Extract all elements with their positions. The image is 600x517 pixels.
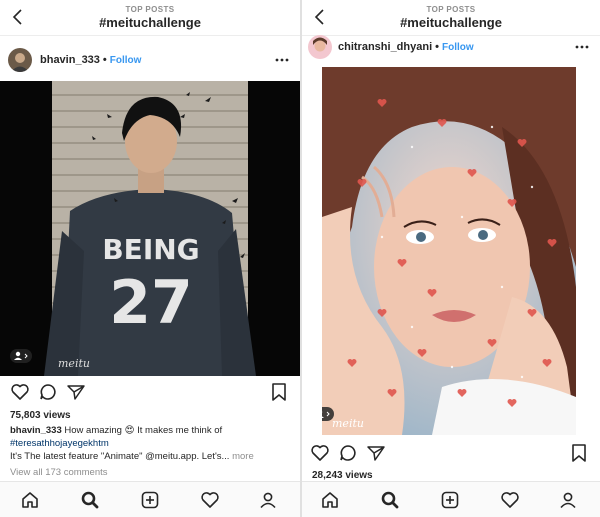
add-post-icon[interactable]: [440, 490, 460, 510]
post-image[interactable]: BEING 27 meitu: [0, 81, 300, 376]
post-actions: [0, 382, 300, 406]
view-comments-link[interactable]: View all 173 comments: [10, 467, 108, 478]
comment-icon[interactable]: [38, 382, 58, 402]
person-icon: [322, 411, 330, 418]
caption-text: How amazing: [61, 425, 125, 436]
add-post-icon[interactable]: [140, 490, 160, 510]
post-header: chitranshi_dhyani • Follow: [302, 28, 600, 68]
more-horizontal-icon[interactable]: [574, 40, 590, 54]
right-screen: TOP POSTS #meituchallenge chitranshi_dhy…: [302, 0, 600, 517]
bottom-tab-bar: [0, 481, 300, 517]
heart-icon[interactable]: [10, 382, 30, 402]
heart-eyes-emoji: 😍: [124, 425, 135, 436]
heart-activity-icon[interactable]: [200, 490, 220, 510]
paper-plane-icon[interactable]: [66, 382, 86, 402]
search-icon[interactable]: [380, 490, 400, 510]
meitu-watermark: meitu: [58, 357, 90, 370]
more-link[interactable]: more: [232, 451, 254, 462]
follow-button[interactable]: Follow: [110, 55, 142, 66]
person-icon: [14, 351, 28, 360]
post-caption: bhavin_333 How amazing 😍 It makes me thi…: [10, 424, 290, 463]
search-icon[interactable]: [80, 490, 100, 510]
left-screen: TOP POSTS #meituchallenge bhavin_333 • Fol…: [0, 0, 300, 517]
tagged-people-button[interactable]: [322, 407, 334, 421]
follow-button[interactable]: Follow: [442, 42, 474, 53]
post-image[interactable]: meitu: [322, 67, 576, 435]
bottom-tab-bar: [302, 481, 600, 517]
top-bar: TOP POSTS #meituchallenge: [0, 0, 300, 36]
meitu-watermark: meitu: [332, 417, 364, 430]
shirt-text-number: 27: [109, 268, 193, 338]
caption-text-cont: It makes me think of: [134, 425, 223, 436]
profile-icon[interactable]: [558, 490, 578, 510]
profile-icon[interactable]: [258, 490, 278, 510]
avatar[interactable]: [8, 48, 32, 72]
paper-plane-icon[interactable]: [366, 443, 386, 463]
hashtag-title: #meituchallenge: [99, 15, 201, 30]
post-username[interactable]: chitranshi_dhyani: [338, 41, 432, 53]
comment-icon[interactable]: [338, 443, 358, 463]
heart-icon[interactable]: [310, 443, 330, 463]
post-header: bhavin_333 • Follow: [0, 41, 300, 81]
separator-dot: •: [102, 54, 107, 66]
post-actions: [302, 443, 600, 467]
tagged-people-button[interactable]: [10, 349, 32, 363]
top-posts-label: TOP POSTS: [125, 5, 175, 14]
caption-username[interactable]: bhavin_333: [10, 425, 62, 436]
bookmark-icon[interactable]: [570, 443, 588, 463]
hashtag-link[interactable]: #teresathhojayegekhtm: [10, 438, 109, 449]
top-posts-label: TOP POSTS: [426, 5, 476, 14]
more-horizontal-icon[interactable]: [274, 53, 290, 67]
bookmark-icon[interactable]: [270, 382, 288, 402]
caption-line-2: It's The latest feature "Animate" @meitu…: [10, 451, 230, 462]
views-count: 75,803 views: [10, 410, 71, 421]
shirt-text-being: BEING: [102, 233, 199, 266]
home-icon[interactable]: [20, 490, 40, 510]
separator-dot: •: [435, 41, 439, 53]
home-icon[interactable]: [320, 490, 340, 510]
avatar[interactable]: [308, 35, 332, 59]
post-username[interactable]: bhavin_333: [40, 54, 100, 66]
views-count: 28,243 views: [312, 470, 373, 481]
heart-activity-icon[interactable]: [500, 490, 520, 510]
